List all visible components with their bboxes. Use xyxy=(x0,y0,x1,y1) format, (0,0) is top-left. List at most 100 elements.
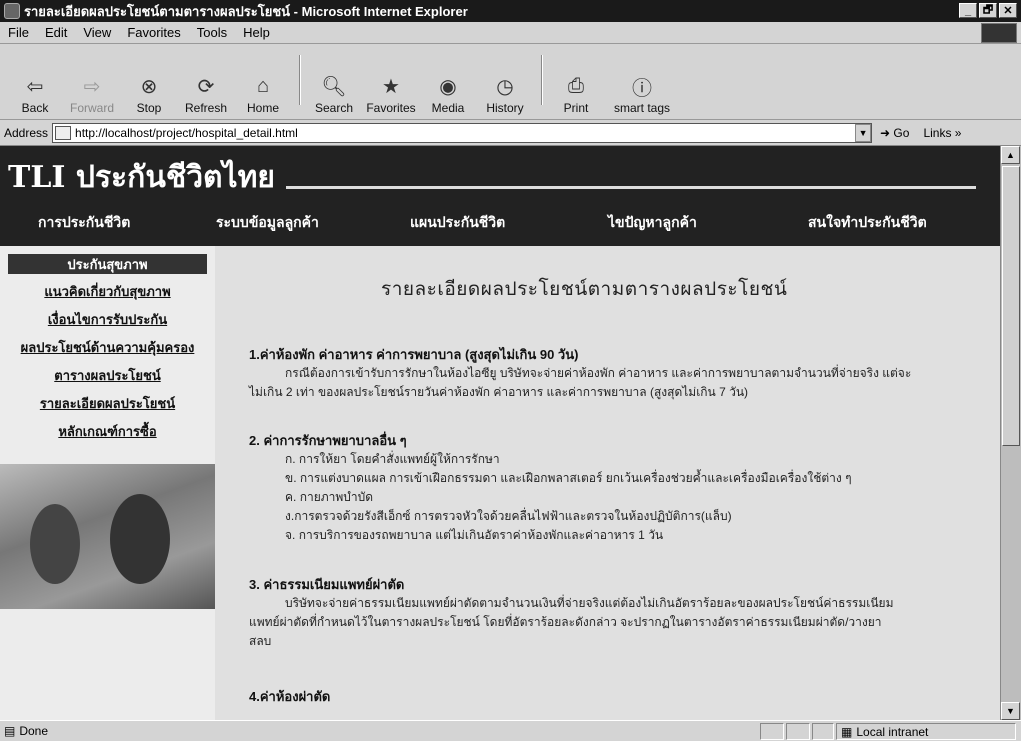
section-3-heading: 3. ค่าธรรมเนียมแพทย์ผ่าตัด xyxy=(249,577,405,592)
go-label: Go xyxy=(893,125,910,140)
smart-tags-label: smart tags xyxy=(613,101,670,115)
info-icon: ⓘ xyxy=(632,77,652,100)
site-logo[interactable]: TLI ประกันชีวิตไทย xyxy=(8,154,275,201)
links-button[interactable]: Links » xyxy=(923,126,961,140)
sidebar-link-coverage-benefits[interactable]: ผลประโยชน์ด้านความคุ้มครอง xyxy=(0,337,215,358)
logo-underline xyxy=(286,186,976,189)
status-panel xyxy=(760,723,784,740)
scroll-down-icon[interactable]: ▼ xyxy=(1001,702,1020,720)
favorites-button[interactable]: ★ Favorites xyxy=(364,73,418,116)
media-label: Media xyxy=(431,101,465,115)
maximize-button[interactable]: 🗗 xyxy=(979,3,997,18)
sidebar-link-benefit-table[interactable]: ตารางผลประโยชน์ xyxy=(0,365,215,386)
menu-tools[interactable]: Tools xyxy=(189,25,235,40)
nav-insurance-plans[interactable]: แผนประกันชีวิต xyxy=(410,212,505,234)
vertical-scrollbar[interactable]: ▲ ▼ xyxy=(1000,146,1021,720)
home-icon: ⌂ xyxy=(256,74,270,97)
sidebar-link-health-concept[interactable]: แนวคิดเกี่ยวกับสุขภาพ xyxy=(0,281,215,302)
sidebar-link-purchase-criteria[interactable]: หลักเกณฑ์การซื้อ xyxy=(0,421,215,442)
status-bar: ▤ Done ▦ Local intranet xyxy=(0,720,1021,741)
scroll-thumb[interactable] xyxy=(1002,166,1020,446)
go-button[interactable]: ➜ Go xyxy=(880,126,909,140)
site-header: TLI ประกันชีวิตไทย การประกันชีวิต ระบบข้… xyxy=(0,146,1000,246)
site-nav: การประกันชีวิต ระบบข้อมูลลูกค้า แผนประกั… xyxy=(0,208,1000,238)
forward-arrow-icon: ⇨ xyxy=(83,75,101,98)
history-icon: ◷ xyxy=(496,75,514,98)
favorites-label: Favorites xyxy=(366,101,416,115)
address-input[interactable]: http://localhost/project/hospital_detail… xyxy=(52,122,873,143)
nav-customer-support[interactable]: ไขปัญหาลูกค้า xyxy=(608,212,697,234)
back-label: Back xyxy=(21,101,49,115)
menu-help[interactable]: Help xyxy=(235,25,278,40)
stop-button[interactable]: ⊗ Stop xyxy=(122,73,176,116)
section-2-item: ง.การตรวจด้วยรังสีเอ็กซ์ การตรวจหัวใจด้ว… xyxy=(285,509,732,523)
minimize-button[interactable]: _ xyxy=(959,3,977,18)
photo-figure xyxy=(110,494,170,584)
section-4-heading: 4.ค่าห้องผ่าตัด xyxy=(249,689,331,704)
menu-edit[interactable]: Edit xyxy=(37,25,75,40)
nav-life-insurance[interactable]: การประกันชีวิต xyxy=(38,212,130,234)
favorites-icon: ★ xyxy=(382,75,400,98)
section-1-heading: 1.ค่าห้องพัก ค่าอาหาร ค่าการพยาบาล (สูงส… xyxy=(249,347,579,362)
section-2-item: ก. การให้ยา โดยคำสั่งแพทย์ผู้ให้การรักษา xyxy=(285,452,500,466)
address-dropdown-icon[interactable]: ▼ xyxy=(855,123,872,142)
section-2-heading: 2. ค่าการรักษาพยาบาลอื่น ๆ xyxy=(249,433,407,448)
page-viewport: TLI ประกันชีวิตไทย การประกันชีวิต ระบบข้… xyxy=(0,146,1000,720)
search-icon: 🔍︎ xyxy=(321,75,347,98)
back-button[interactable]: ⇦ Back xyxy=(8,73,62,116)
section-2-item: จ. การบริการของรถพยาบาล แต่ไม่เกินอัตราค… xyxy=(285,528,664,542)
menu-view[interactable]: View xyxy=(75,25,119,40)
status-panel xyxy=(786,723,810,740)
sidebar-photo xyxy=(0,464,215,609)
nav-buy-insurance[interactable]: สนใจทำประกันชีวิต xyxy=(808,212,927,234)
home-button[interactable]: ⌂ Home xyxy=(236,73,290,116)
toolbar-separator xyxy=(299,54,301,105)
section-3-text: บริษัทจะจ่ายค่าธรรมเนียมแพทย์ผ่าตัดตามจำ… xyxy=(285,596,894,610)
history-label: History xyxy=(486,101,524,115)
photo-figure xyxy=(30,504,80,584)
page-icon: ▤ xyxy=(4,724,16,738)
refresh-icon: ⟳ xyxy=(197,75,215,98)
nav-customer-info[interactable]: ระบบข้อมูลลูกค้า xyxy=(216,212,319,234)
forward-label: Forward xyxy=(69,101,114,115)
sidebar-link-benefit-details[interactable]: รายละเอียดผลประโยชน์ xyxy=(0,393,215,414)
status-panel xyxy=(812,723,834,740)
close-button[interactable]: ✕ xyxy=(999,3,1017,18)
search-button[interactable]: 🔍︎ Search xyxy=(307,73,361,116)
menu-bar: File Edit View Favorites Tools Help xyxy=(0,22,1021,44)
address-label: Address xyxy=(4,125,49,140)
print-label: Print xyxy=(563,101,589,115)
section-1-text: ไม่เกิน 2 เท่า ของผลประโยชน์รายวันค่าห้อ… xyxy=(249,385,749,399)
section-2-item: ข. การแต่งบาดแผล การเข้าเฝือกธรรมดา และเ… xyxy=(285,471,852,485)
print-button[interactable]: ⎙ Print xyxy=(549,73,603,116)
zone-label: Local intranet xyxy=(856,724,929,739)
smart-tags-button[interactable]: ⓘ smart tags xyxy=(606,73,678,116)
refresh-button[interactable]: ⟳ Refresh xyxy=(179,73,233,116)
history-button[interactable]: ◷ History xyxy=(478,73,532,116)
back-arrow-icon: ⇦ xyxy=(26,75,44,98)
window-controls: _ 🗗 ✕ xyxy=(959,3,1017,18)
section-3-text: แพทย์ผ่าตัดที่กำหนดไว้ในตารางผลประโยชน์ … xyxy=(249,615,882,629)
sidebar-link-conditions[interactable]: เงื่อนไขการรับประกัน xyxy=(0,309,215,330)
window-titlebar: รายละเอียดผลประโยชน์ตามตารางผลประโยชน์ -… xyxy=(0,0,1021,22)
sidebar-heading: ประกันสุขภาพ xyxy=(8,254,207,274)
forward-button[interactable]: ⇨ Forward xyxy=(65,73,119,116)
page-icon xyxy=(55,125,72,140)
stop-icon: ⊗ xyxy=(140,75,158,98)
menu-favorites[interactable]: Favorites xyxy=(119,25,188,40)
menu-file[interactable]: File xyxy=(0,25,37,40)
scroll-up-icon[interactable]: ▲ xyxy=(1001,146,1020,164)
media-button[interactable]: ◉ Media xyxy=(421,73,475,116)
ie-icon xyxy=(4,3,20,19)
address-url: http://localhost/project/hospital_detail… xyxy=(75,125,298,140)
search-label: Search xyxy=(314,101,354,115)
windows-logo-icon xyxy=(981,23,1017,43)
section-2-item: ค. กายภาพบำบัด xyxy=(285,490,374,504)
refresh-label: Refresh xyxy=(184,101,228,115)
section-1-text: กรณีต้องการเข้ารับการรักษาในห้องไอซียู บ… xyxy=(285,366,912,380)
security-zone: ▦ Local intranet xyxy=(836,723,1016,740)
home-label: Home xyxy=(246,101,279,115)
toolbar-separator-2 xyxy=(541,54,543,105)
page-title: รายละเอียดผลประโยชน์ตามตารางผลประโยชน์ xyxy=(381,279,788,300)
address-bar: Address http://localhost/project/hospita… xyxy=(0,120,1021,146)
